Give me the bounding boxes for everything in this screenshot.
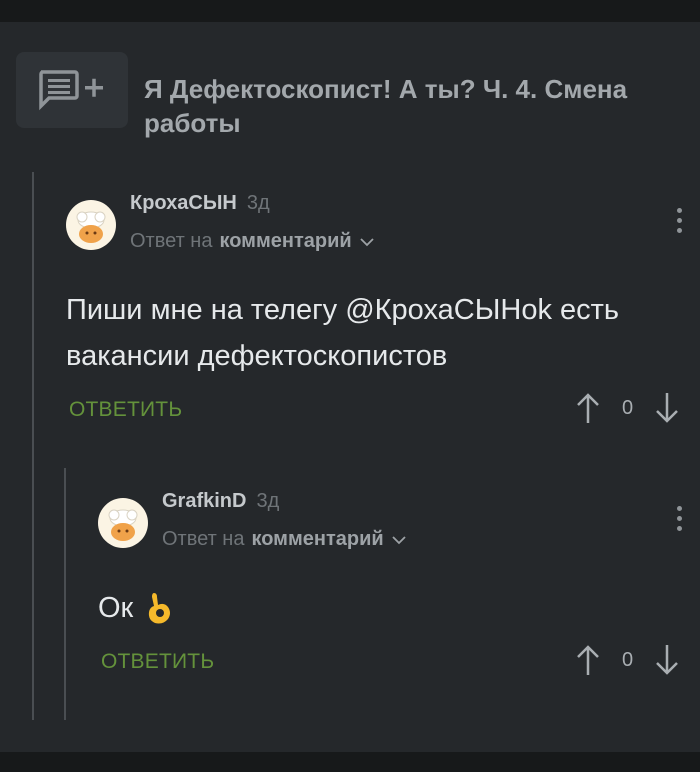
comment-meta: КрохаСЫН 3д Ответ на комментарий (130, 192, 374, 253)
author-name[interactable]: GrafkinD (162, 490, 246, 513)
comment-header: GrafkinD 3д Ответ на комментарий (98, 490, 700, 551)
author-line: КрохаСЫН 3д (130, 192, 374, 222)
vote-count: 0 (622, 648, 634, 671)
ok-hand-emoji-icon (149, 593, 171, 624)
comment-text: Ок (98, 592, 134, 624)
upvote-arrow-icon[interactable] (576, 392, 600, 424)
avatar[interactable] (66, 200, 116, 250)
avatar[interactable] (98, 498, 148, 548)
avatar-image (76, 211, 106, 243)
vote-controls: 0 (576, 392, 679, 424)
post-header[interactable]: Я Дефектоскопист! А ты? Ч. 4. Смена рабо… (16, 52, 684, 140)
comment-text: Пиши мне на телегу @КрохаСЫНok есть вака… (66, 294, 620, 372)
vote-count: 0 (622, 396, 634, 419)
reply-button[interactable]: ОТВЕТИТЬ (69, 398, 182, 422)
upvote-arrow-icon[interactable] (576, 644, 600, 676)
author-name[interactable]: КрохаСЫН (130, 192, 237, 215)
reply-button[interactable]: ОТВЕТИТЬ (101, 650, 214, 674)
comment-meta: GrafkinD 3д Ответ на комментарий (162, 490, 406, 551)
author-line: GrafkinD 3д (162, 490, 406, 520)
status-bar (0, 0, 700, 22)
more-options-icon[interactable] (677, 506, 683, 531)
comment-time: 3д (256, 490, 280, 512)
chevron-down-icon[interactable] (392, 535, 406, 545)
more-options-icon[interactable] (677, 208, 683, 233)
post-title[interactable]: Я Дефектоскопист! А ты? Ч. 4. Смена рабо… (144, 72, 664, 140)
avatar-image (108, 509, 138, 541)
reply-target-link[interactable]: комментарий (251, 528, 383, 551)
reply-to-line[interactable]: Ответ на комментарий (130, 230, 374, 253)
downvote-arrow-icon[interactable] (655, 392, 679, 424)
comments-screen: Я Дефектоскопист! А ты? Ч. 4. Смена рабо… (0, 0, 700, 772)
comment-body: Ок (98, 585, 700, 631)
thread-line-level-2[interactable] (64, 468, 66, 720)
add-comment-icon[interactable] (16, 52, 128, 128)
downvote-arrow-icon[interactable] (655, 644, 679, 676)
reply-prefix: Ответ на (162, 528, 245, 550)
thread-line-level-1[interactable] (32, 172, 34, 720)
comment-time: 3д (246, 192, 270, 214)
comment: GrafkinD 3д Ответ на комментарий Ок ОТВЕ… (98, 490, 700, 675)
reply-prefix: Ответ на (130, 230, 213, 252)
comment: КрохаСЫН 3д Ответ на комментарий Пиши мн… (66, 192, 700, 423)
reply-to-line[interactable]: Ответ на комментарий (162, 528, 406, 551)
reply-target-link[interactable]: комментарий (219, 230, 351, 253)
vote-controls: 0 (576, 644, 679, 676)
navigation-bar (0, 752, 700, 772)
comment-header: КрохаСЫН 3д Ответ на комментарий (66, 192, 700, 253)
chevron-down-icon[interactable] (360, 237, 374, 247)
